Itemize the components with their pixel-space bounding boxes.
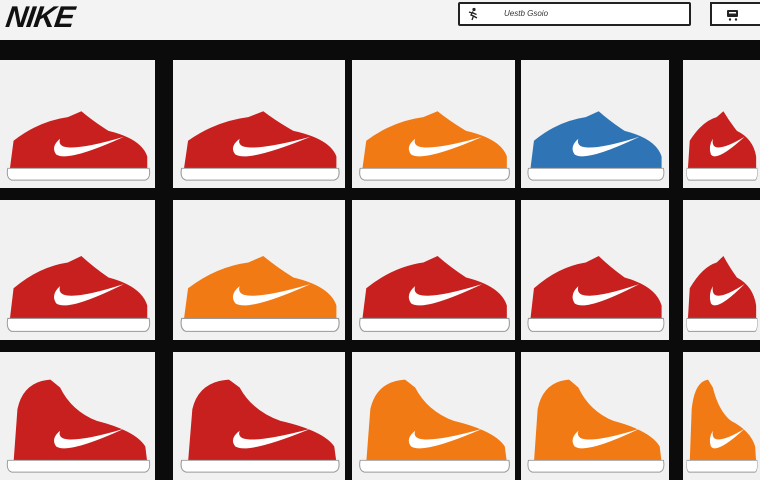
product-tile[interactable]: [0, 60, 155, 188]
sneaker-image: [359, 111, 510, 181]
shoe-sole: [180, 459, 340, 473]
shoe-upper: [13, 379, 148, 463]
product-tile[interactable]: [683, 60, 760, 188]
shoe-upper: [687, 256, 757, 321]
search-bar[interactable]: Uestb Gsoio: [458, 2, 691, 26]
shoe-sole: [6, 459, 151, 473]
shoe-sole: [180, 317, 340, 332]
shoe-upper: [9, 256, 148, 321]
shoe-sole: [180, 167, 340, 181]
sneaker-image: [527, 379, 665, 473]
sneaker-image: [180, 256, 340, 332]
shoe-upper: [689, 379, 757, 463]
shoe-upper: [362, 256, 507, 321]
sneaker-image: [686, 379, 758, 473]
sneaker-image: [6, 111, 151, 181]
product-tile[interactable]: [521, 200, 669, 340]
top-header: NIKE Uestb Gsoio: [0, 0, 760, 40]
product-tile[interactable]: [521, 352, 669, 480]
sneaker-image: [180, 111, 340, 181]
product-tile[interactable]: [683, 352, 760, 480]
shoe-upper: [366, 379, 507, 463]
sneaker-image: [686, 256, 758, 332]
sneaker-image: [6, 379, 151, 473]
product-tile[interactable]: [173, 352, 345, 480]
product-tile[interactable]: [0, 352, 155, 480]
shoe-sole: [359, 167, 510, 181]
shoe-upper: [183, 111, 337, 171]
shoe-upper: [533, 379, 662, 463]
product-tile[interactable]: [352, 352, 515, 480]
shoe-sole: [359, 317, 510, 332]
shoe-sole: [527, 459, 665, 473]
shoe-sole: [686, 317, 758, 332]
shoe-upper: [530, 111, 662, 171]
cart-button[interactable]: [710, 2, 760, 26]
shoe-upper: [687, 111, 757, 171]
sneaker-image: [359, 256, 510, 332]
shoe-sole: [6, 167, 151, 181]
sneaker-image: [6, 256, 151, 332]
product-tile[interactable]: [683, 200, 760, 340]
cart-icon: [727, 10, 738, 21]
shoe-sole: [527, 317, 665, 332]
product-tile[interactable]: [173, 200, 345, 340]
sneaker-image: [686, 111, 758, 181]
sneaker-image: [359, 379, 510, 473]
shoe-upper: [188, 379, 337, 463]
product-tile[interactable]: [0, 200, 155, 340]
athlete-icon: [468, 7, 478, 21]
shoe-sole: [359, 459, 510, 473]
search-text: Uestb Gsoio: [504, 9, 549, 18]
sneaker-image: [527, 111, 665, 181]
sneaker-image: [180, 379, 340, 473]
product-tile[interactable]: [521, 60, 669, 188]
shoe-sole: [686, 459, 758, 473]
shoe-upper: [183, 256, 337, 321]
shoe-upper: [530, 256, 662, 321]
sneaker-image: [527, 256, 665, 332]
shoe-sole: [527, 167, 665, 181]
product-tile[interactable]: [352, 200, 515, 340]
brand-logo[interactable]: NIKE: [4, 1, 76, 35]
shoe-sole: [686, 167, 758, 181]
shoe-sole: [6, 317, 151, 332]
product-tile[interactable]: [173, 60, 345, 188]
shoe-upper: [9, 111, 148, 171]
product-tile[interactable]: [352, 60, 515, 188]
shoe-upper: [362, 111, 507, 171]
